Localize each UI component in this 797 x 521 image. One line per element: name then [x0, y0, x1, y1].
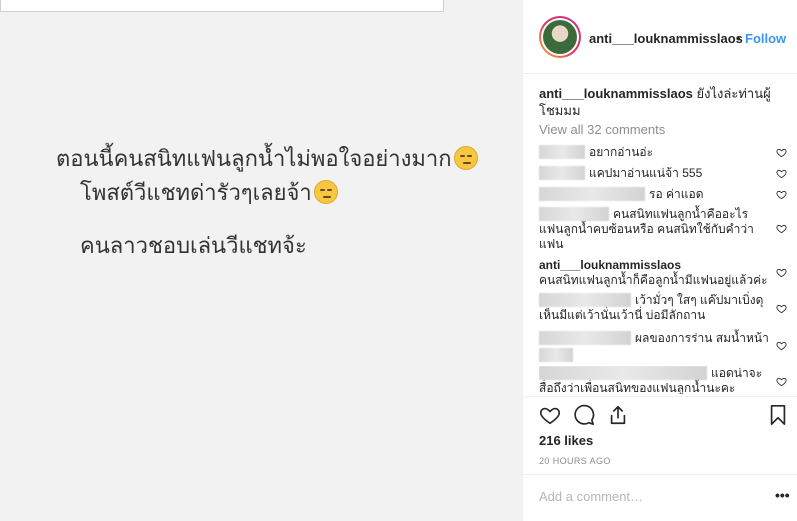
caption-username[interactable]: anti___louknammisslaos [539, 86, 693, 101]
heart-icon[interactable] [776, 189, 787, 200]
divider [523, 396, 797, 397]
more-options-icon[interactable]: ••• [775, 487, 790, 503]
heart-icon[interactable] [776, 376, 787, 387]
comment-item: คนสนิทแฟนลูกน้ำคืออะไร แฟนลูกน้ำคบซ้อนหร… [539, 207, 754, 251]
post-caption: anti___louknammisslaos ยังไงล่ะท่านผู้โช… [539, 85, 784, 119]
avatar[interactable] [539, 16, 581, 58]
heart-icon[interactable] [776, 340, 787, 351]
post-header: anti___louknammisslaos • Follow [523, 0, 797, 74]
comment-item: เว้ามั่วๆ ใสๆ แค๊ปมาเบิ่งดุ เห็นมีแต่เว้… [539, 293, 764, 322]
image-text-line-2: โพสต์วีแชทด่ารัวๆเลยจ้า [80, 180, 338, 205]
share-icon[interactable] [607, 404, 629, 426]
image-text-line-1: ตอนนี้คนสนิทแฟนลูกน้ำไม่พอใจอย่างมาก [56, 146, 478, 171]
view-all-comments-link[interactable]: View all 32 comments [539, 122, 665, 137]
comment-item: แอดน่าจะสื่อถึงว่าเพื่อนสนิทของแฟนลูกน้ำ… [539, 366, 763, 394]
comment-item: ผลของการร่าน สมน้ำหน้า [539, 331, 769, 362]
heart-icon[interactable] [776, 267, 787, 278]
heart-icon[interactable] [776, 223, 787, 234]
comment-item: แคปมาอ่านแน่จ้า 555 [539, 166, 769, 181]
like-heart-icon[interactable] [539, 404, 561, 426]
divider [523, 474, 797, 475]
post-side-panel: anti___louknammisslaos • Follow anti___l… [522, 0, 797, 521]
comment-item: อยากอ่านอ่ะ [539, 145, 769, 160]
comment-item: anti___louknammisslaos คนสนิทแฟนลูกน้ำก็… [539, 258, 768, 287]
post-image: ตอนนี้คนสนิทแฟนลูกน้ำไม่พอใจอย่างมาก โพส… [0, 0, 522, 521]
post-timestamp[interactable]: 20 HOURS AGO [539, 456, 611, 466]
image-text-line-3: คนลาวชอบเล่นวีแชทจ้ะ [80, 234, 307, 259]
header-username[interactable]: anti___louknammisslaos [589, 31, 743, 46]
comment-username[interactable]: anti___louknammisslaos [539, 258, 681, 272]
follow-button[interactable]: Follow [745, 31, 786, 46]
sleepy-emoji-icon [313, 180, 338, 204]
heart-icon[interactable] [776, 303, 787, 314]
heart-icon[interactable] [776, 168, 787, 179]
comment-bubble-icon[interactable] [573, 404, 595, 426]
header-dot-separator: • [736, 31, 741, 46]
like-count[interactable]: 216 likes [539, 433, 593, 448]
heart-icon[interactable] [776, 147, 787, 158]
comment-item: รอ ค่าแอด [539, 187, 769, 202]
image-top-frame [0, 0, 444, 12]
unamused-emoji-icon [453, 146, 478, 170]
add-comment-input[interactable]: Add a comment… [539, 489, 643, 504]
bookmark-icon[interactable] [767, 404, 789, 426]
